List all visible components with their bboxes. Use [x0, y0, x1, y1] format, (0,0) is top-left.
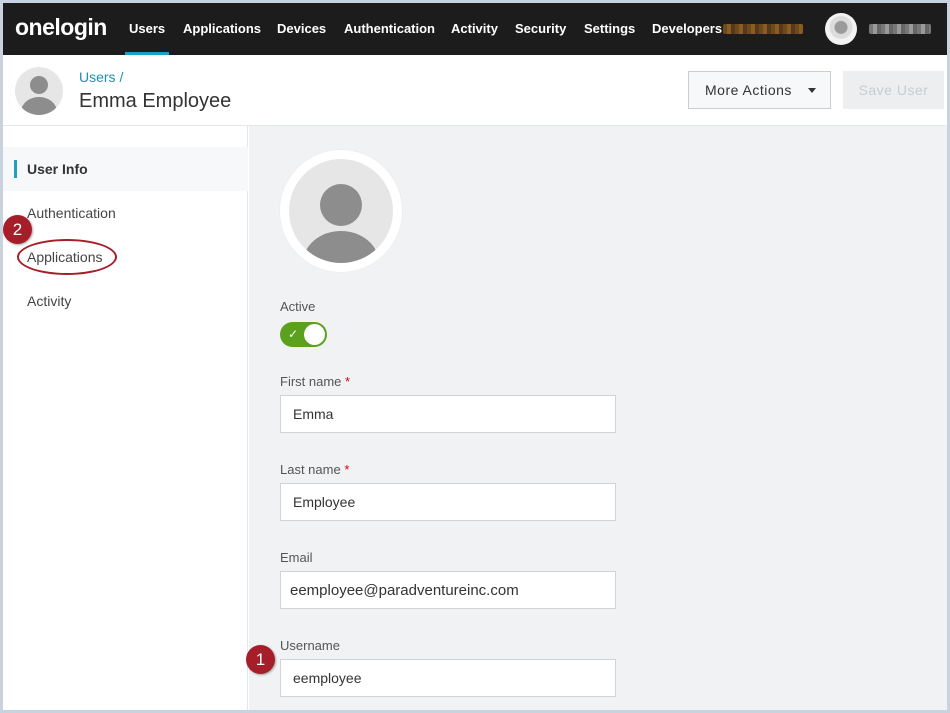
first-name-label-text: First name — [280, 374, 342, 389]
profile-photo-icon[interactable] — [280, 150, 402, 272]
nav-settings[interactable]: Settings — [584, 3, 635, 55]
caret-down-icon — [808, 88, 816, 93]
breadcrumb-users-link[interactable]: Users — [79, 69, 116, 85]
sidebar-item-label: User Info — [27, 161, 88, 177]
sidebar-item-user-info[interactable]: User Info — [3, 147, 248, 191]
more-actions-button[interactable]: More Actions — [688, 71, 831, 109]
email-field[interactable] — [280, 571, 616, 609]
user-avatar-icon — [15, 67, 63, 115]
check-icon: ✓ — [288, 327, 299, 341]
breadcrumb: Users / — [79, 69, 123, 85]
last-name-label-text: Last name — [280, 462, 341, 477]
breadcrumb-separator: / — [119, 69, 124, 85]
user-info-panel: Active ✓ First name * Last name * Email … — [249, 126, 947, 710]
top-nav: onelogin Users Applications Devices Auth… — [3, 3, 947, 55]
user-avatar-icon[interactable] — [825, 13, 857, 45]
nav-activity[interactable]: Activity — [451, 3, 498, 55]
applications-highlight-ring — [17, 239, 117, 275]
toggle-knob — [304, 324, 325, 345]
nav-applications[interactable]: Applications — [183, 3, 261, 55]
active-label: Active — [280, 299, 316, 314]
required-mark: * — [345, 374, 351, 389]
sidebar: User Info Authentication Applications Ac… — [3, 126, 248, 710]
nav-users[interactable]: Users — [125, 3, 170, 55]
nav-authentication[interactable]: Authentication — [344, 3, 435, 55]
username-label: Username — [280, 638, 340, 653]
nav-security[interactable]: Security — [515, 3, 566, 55]
nav-users-label: Users — [129, 21, 166, 36]
save-user-button[interactable]: Save User — [843, 71, 944, 109]
step-marker-1: 1 — [246, 645, 275, 674]
page-header: Users / Emma Employee More Actions Save … — [3, 55, 947, 126]
more-actions-label: More Actions — [705, 82, 792, 98]
last-name-label: Last name * — [280, 462, 349, 477]
first-name-label: First name * — [280, 374, 350, 389]
step-marker-2: 2 — [3, 215, 32, 244]
sidebar-item-activity[interactable]: Activity — [3, 279, 248, 323]
active-indicator — [14, 160, 17, 178]
username-field[interactable] — [280, 659, 616, 697]
onelogin-logo[interactable]: onelogin — [15, 14, 107, 41]
active-toggle[interactable]: ✓ — [280, 322, 327, 347]
last-name-field[interactable] — [280, 483, 616, 521]
required-mark: * — [344, 462, 350, 477]
first-name-field[interactable] — [280, 395, 616, 433]
email-label: Email — [280, 550, 313, 565]
redacted-user-name[interactable] — [869, 24, 931, 34]
nav-devices[interactable]: Devices — [277, 3, 326, 55]
app-frame: onelogin Users Applications Devices Auth… — [3, 3, 947, 710]
nav-developers[interactable]: Developers — [652, 3, 722, 55]
page-title: Emma Employee — [79, 90, 232, 112]
redacted-account-name — [723, 24, 803, 34]
sidebar-item-authentication[interactable]: Authentication — [3, 191, 248, 235]
